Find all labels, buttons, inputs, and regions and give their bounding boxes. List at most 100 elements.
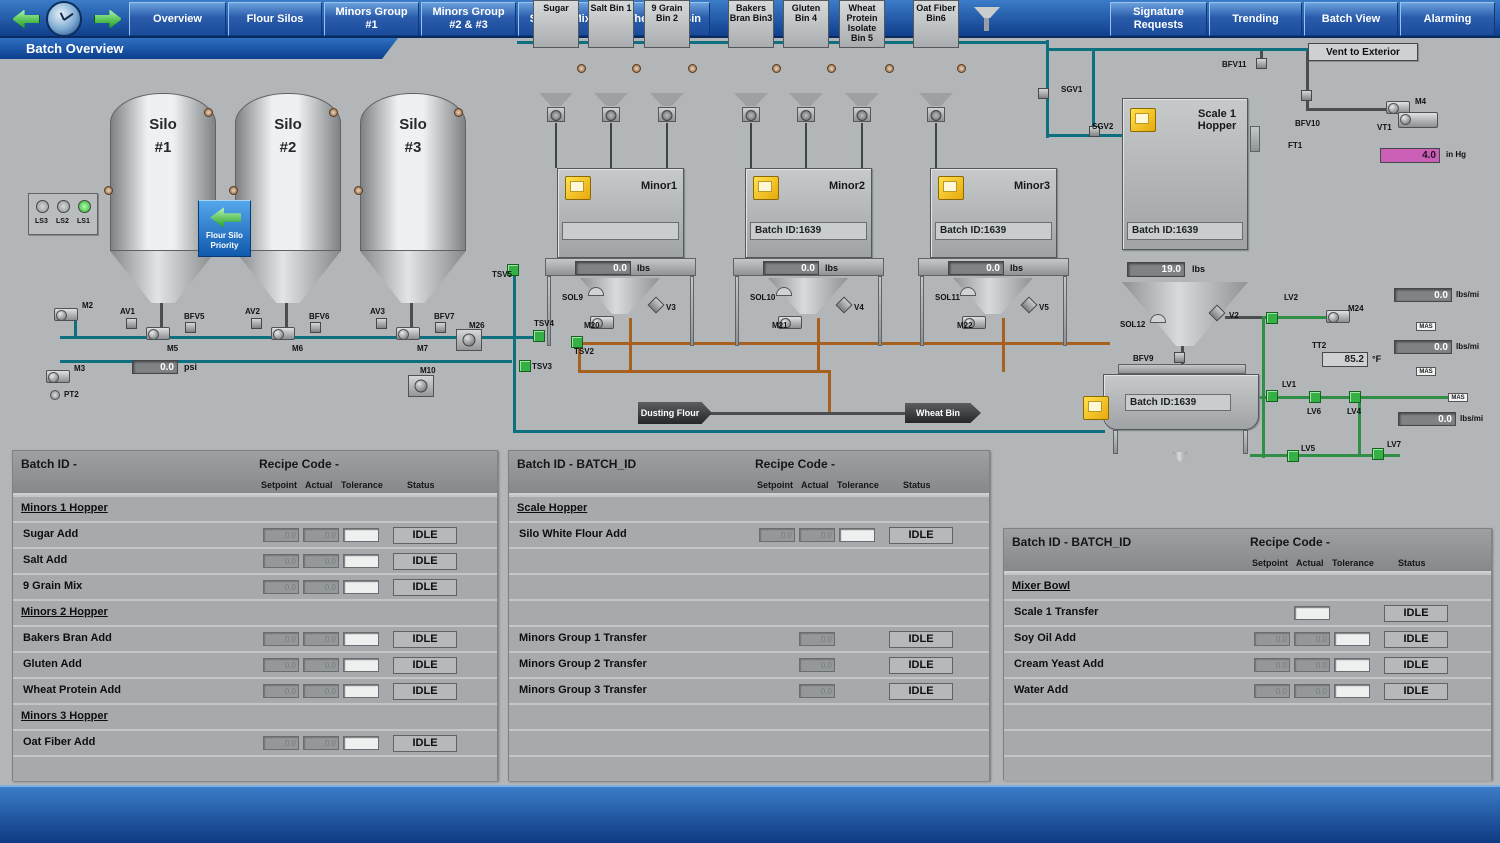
silo-3[interactable]: Silo#3: [360, 93, 466, 251]
valve-icon: [310, 322, 321, 333]
col-actual: Actual: [801, 480, 829, 490]
section-title: Minors 1 Hopper: [21, 502, 108, 514]
minor1-cone: [580, 278, 660, 314]
valve-icon: [435, 322, 446, 333]
tolerance-value: [343, 528, 379, 542]
setpoint-value: 0.0: [263, 528, 299, 542]
spacer-row: [509, 549, 989, 573]
bin-oat-fiber[interactable]: Oat Fiber Bin6: [913, 0, 959, 48]
tag-lv5: LV5: [1301, 444, 1315, 453]
tab-minors-group-1[interactable]: Minors Group #1: [324, 2, 419, 36]
panel-header: Batch ID - Recipe Code - Setpoint Actual…: [13, 451, 497, 495]
step-label: Cream Yeast Add: [1014, 658, 1104, 670]
pipe: [629, 318, 632, 372]
bin-gluten[interactable]: Gluten Bin 4: [783, 0, 829, 48]
level-switch-panel: LS3 LS2 LS1: [28, 193, 98, 235]
spacer-row: [1004, 757, 1491, 781]
pipe: [513, 272, 516, 432]
flour-silo-priority-button[interactable]: Flour Silo Priority: [198, 200, 251, 257]
sol-valve-icon: [588, 287, 604, 296]
col-tolerance: Tolerance: [1332, 558, 1374, 568]
tag-v5: V5: [1039, 303, 1049, 312]
actual-value: 0.0: [1294, 684, 1330, 698]
tag-v4: V4: [854, 303, 864, 312]
pump-icon: [1326, 310, 1350, 323]
tab-flour-silos[interactable]: Flour Silos: [228, 2, 322, 36]
back-button[interactable]: [8, 4, 44, 34]
tab-overview[interactable]: Overview: [129, 2, 226, 36]
section-title: Scale Hopper: [517, 502, 587, 514]
col-actual: Actual: [305, 480, 333, 490]
pipe: [60, 360, 512, 363]
rotary-feeder-icon: [658, 107, 676, 122]
world-clock-icon[interactable]: [46, 1, 82, 37]
setpoint-value: 0.0: [263, 580, 299, 594]
tag-bfv10: BFV10: [1295, 119, 1320, 128]
tag-sgv2: SGV2: [1092, 122, 1113, 131]
spacer-row: [509, 757, 989, 781]
tag-av3: AV3: [370, 307, 385, 316]
valve-icon: [251, 318, 262, 329]
status-badge: IDLE: [889, 657, 953, 674]
pressure-readout: 0.0: [132, 360, 178, 374]
step-row: Wheat Protein Add 0.0 0.0 IDLE: [13, 679, 497, 703]
tag-m20: M20: [584, 321, 600, 330]
status-badge: IDLE: [889, 527, 953, 544]
funnel-icon: [974, 7, 1000, 18]
recipe-code-label: Recipe Code -: [755, 457, 835, 471]
col-setpoint: Setpoint: [1252, 558, 1288, 568]
actual-value: 0.0: [1294, 632, 1330, 646]
actual-value: 0.0: [303, 554, 339, 568]
valve-icon: [185, 322, 196, 333]
pressure-unit: psi: [184, 362, 197, 372]
sensor-icon: [827, 64, 836, 73]
bin-sugar[interactable]: Sugar: [533, 0, 579, 48]
leg: [920, 276, 924, 346]
sensor-icon: [577, 64, 586, 73]
mixer-drain: [1172, 452, 1188, 462]
ls3-indicator-icon: [36, 200, 49, 213]
forward-button[interactable]: [90, 4, 126, 34]
tag-m24: M24: [1348, 304, 1364, 313]
bin-salt[interactable]: Salt Bin 1: [588, 0, 634, 48]
minor2-cone: [768, 278, 848, 314]
tag-m26: M26: [469, 321, 485, 330]
tag-sol9: SOL9: [562, 293, 583, 302]
spacer-row: [1004, 705, 1491, 729]
recipe-code-label: Recipe Code -: [259, 457, 339, 471]
bin-wheat-protein-isolate[interactable]: Wheat Protein Isolate Bin 5: [839, 0, 885, 48]
bin-bakers-bran[interactable]: Bakers Bran Bin3: [728, 0, 774, 48]
step-row: Oat Fiber Add 0.0 0.0 IDLE: [13, 731, 497, 755]
step-label: Wheat Protein Add: [23, 684, 121, 696]
tab-batch-view[interactable]: Batch View: [1304, 2, 1398, 36]
product-icon: [565, 176, 591, 200]
ls3-label: LS3: [35, 218, 48, 225]
pipe: [935, 123, 937, 168]
rotary-feeder-icon: [547, 107, 565, 122]
minor1-weight-unit: lbs: [637, 263, 650, 273]
page-title: Batch Overview: [0, 38, 398, 59]
tag-sol12: SOL12: [1120, 320, 1145, 329]
section-title: Minors 3 Hopper: [21, 710, 108, 722]
tab-signature-requests[interactable]: Signature Requests: [1110, 2, 1207, 36]
flow-readout-3: 0.0: [1398, 412, 1456, 426]
sensor-icon: [229, 186, 238, 195]
actual-value: 0.0: [303, 528, 339, 542]
flow-readout-2: 0.0: [1394, 340, 1452, 354]
step-row: Minors Group 3 Transfer 0.0 IDLE: [509, 679, 989, 703]
rotary-feeder-icon: [742, 107, 760, 122]
silo-3-name: Silo: [399, 116, 427, 133]
tab-trending[interactable]: Trending: [1209, 2, 1302, 36]
tag-pt2: PT2: [64, 390, 79, 399]
panel-body: Minors 1 Hopper Sugar Add 0.0 0.0 IDLE S…: [13, 495, 497, 781]
tab-alarming[interactable]: Alarming: [1400, 2, 1495, 36]
minors-batch-panel: Batch ID - Recipe Code - Setpoint Actual…: [12, 450, 498, 781]
bin-9-grain[interactable]: 9 Grain Bin 2: [644, 0, 690, 48]
tag-av2: AV2: [245, 307, 260, 316]
tag-m5: M5: [167, 344, 178, 353]
tab-minors-group-2-3[interactable]: Minors Group #2 & #3: [421, 2, 516, 36]
actual-value: 0.0: [303, 684, 339, 698]
step-label: Water Add: [1014, 684, 1068, 696]
mas-indicator: MAS: [1416, 367, 1436, 376]
pipe: [710, 412, 906, 415]
